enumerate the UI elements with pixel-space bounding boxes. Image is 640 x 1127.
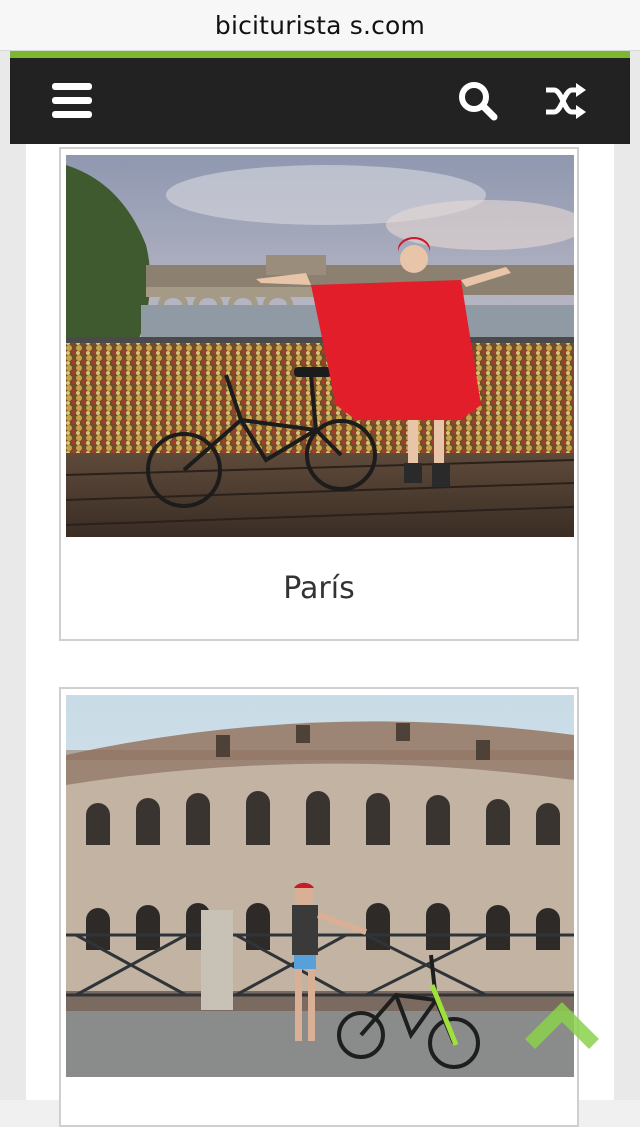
browser-url-bar[interactable]: biciturista s.com <box>0 0 640 51</box>
paris-photo[interactable] <box>66 155 574 537</box>
header-accent-line <box>10 51 630 58</box>
destination-card-rome[interactable] <box>59 687 579 1127</box>
url-domain: biciturista s.com <box>214 10 426 40</box>
rome-photo[interactable] <box>66 695 574 1077</box>
chevron-up-icon[interactable] <box>524 1000 600 1050</box>
search-icon[interactable] <box>456 80 500 122</box>
shuffle-icon[interactable] <box>544 80 588 122</box>
card-title[interactable]: París <box>61 571 577 606</box>
site-navbar <box>10 58 630 144</box>
destination-card-paris[interactable]: París <box>59 147 579 641</box>
menu-icon[interactable] <box>50 80 94 122</box>
